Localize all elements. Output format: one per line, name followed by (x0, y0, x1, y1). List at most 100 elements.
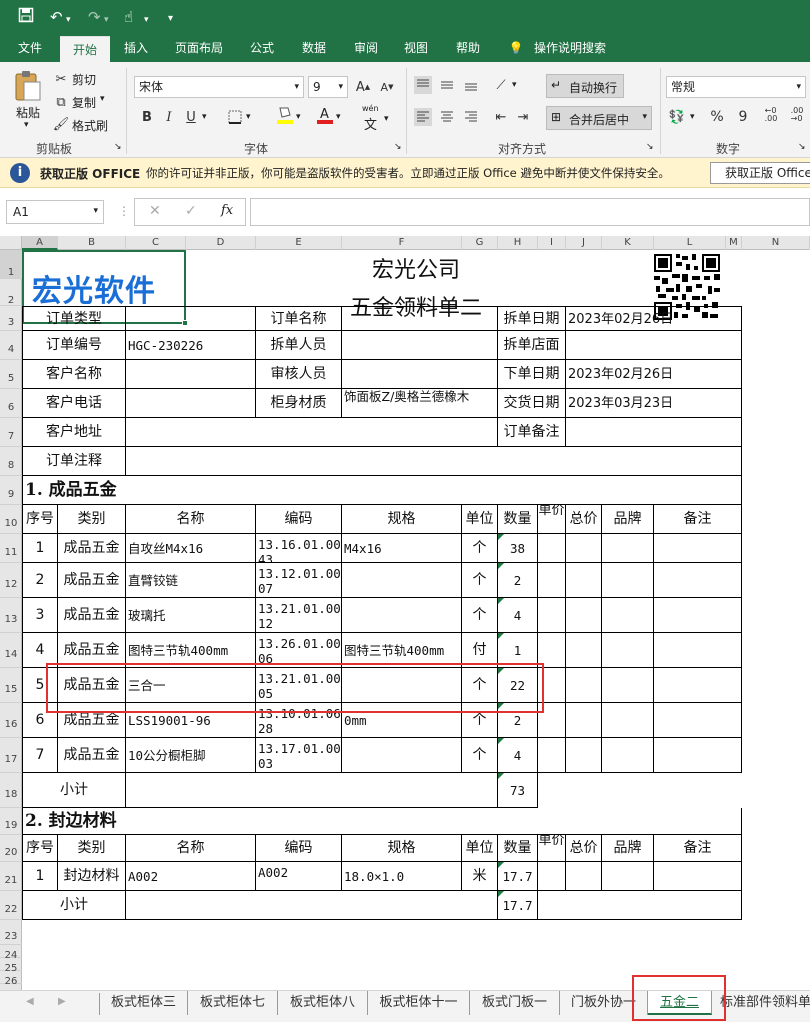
row-header[interactable]: 23 (0, 920, 22, 945)
total-price-cell[interactable] (566, 598, 602, 633)
brand-cell[interactable] (602, 598, 654, 633)
col-header-j[interactable]: J (566, 236, 602, 250)
address-label[interactable]: 客户地址 (22, 418, 126, 447)
remark-cell[interactable] (654, 534, 742, 563)
section-title[interactable]: 1. 成品五金 (22, 476, 742, 505)
column-heading[interactable]: 单价 (538, 835, 566, 862)
row-header[interactable]: 21 (0, 862, 22, 891)
category-cell[interactable]: 成品五金 (58, 738, 126, 773)
code-cell[interactable]: A002 (256, 862, 342, 891)
cancel-icon[interactable]: ✕ (149, 203, 161, 219)
total-price-cell[interactable] (566, 668, 602, 703)
col-header-f[interactable]: F (342, 236, 462, 250)
header-label[interactable]: 订单类型 (22, 306, 126, 331)
category-cell[interactable]: 成品五金 (58, 534, 126, 563)
col-header-n[interactable]: N (742, 236, 810, 250)
tab-home[interactable]: 开始 (60, 36, 110, 62)
increase-decimal-icon[interactable]: ←0.00 (762, 106, 780, 124)
column-heading[interactable]: 品牌 (602, 505, 654, 534)
brand-cell[interactable] (602, 534, 654, 563)
col-header-h[interactable]: H (498, 236, 538, 250)
column-heading[interactable]: 数量 (498, 505, 538, 534)
underline-dropdown-icon[interactable]: ▾ (202, 112, 207, 122)
header-value[interactable]: 2023年02月26日 (566, 360, 742, 389)
row-header[interactable]: 17 (0, 738, 22, 773)
unit-cell[interactable]: 米 (462, 862, 498, 891)
tab-view[interactable]: 视图 (394, 34, 438, 62)
merge-dropdown-icon[interactable]: ▾ (642, 112, 647, 122)
tab-help[interactable]: 帮助 (446, 34, 490, 62)
order-note-label[interactable]: 订单备注 (498, 418, 566, 447)
header-label[interactable]: 下单日期 (498, 360, 566, 389)
row-number[interactable]: 3 (22, 598, 58, 633)
order-note-value[interactable] (566, 418, 742, 447)
touch-dropdown-icon[interactable]: ▾ (144, 10, 149, 30)
align-top-icon[interactable] (414, 76, 432, 94)
fill-dropdown-icon[interactable]: ▾ (296, 112, 301, 122)
row-header[interactable]: 25 (0, 958, 22, 974)
column-heading[interactable]: 品牌 (602, 835, 654, 862)
row-header[interactable]: 22 (0, 891, 22, 920)
column-heading[interactable]: 备注 (654, 505, 742, 534)
align-middle-icon[interactable] (438, 76, 456, 94)
brand-cell[interactable] (602, 703, 654, 738)
tab-file[interactable]: 文件 (6, 34, 54, 62)
enter-icon[interactable]: ✓ (185, 203, 197, 219)
name-cell[interactable]: 10公分橱柜脚 (126, 738, 256, 773)
cut-icon[interactable]: ✂ (52, 70, 70, 88)
row-header[interactable]: 20 (0, 835, 22, 862)
header-value[interactable]: HGC-230226 (126, 331, 256, 360)
copy-dropdown-icon[interactable]: ▾ (100, 94, 105, 104)
row-header[interactable]: 10 (0, 505, 22, 534)
col-header-c[interactable]: C (126, 236, 186, 250)
column-heading[interactable]: 总价 (566, 505, 602, 534)
font-color-icon[interactable]: A (316, 106, 334, 124)
borders-icon[interactable] (226, 108, 244, 126)
unit-price-cell[interactable] (538, 598, 566, 633)
header-value[interactable]: 2023年02月26日 (566, 306, 742, 331)
unit-cell[interactable]: 个 (462, 598, 498, 633)
col-header-d[interactable]: D (186, 236, 256, 250)
row-header[interactable]: 2 (0, 279, 22, 306)
brand-cell[interactable] (602, 633, 654, 668)
fill-color-icon[interactable] (276, 106, 294, 124)
tab-data[interactable]: 数据 (292, 34, 336, 62)
code-cell[interactable]: 13.16.01.0043 (256, 534, 342, 563)
row-number[interactable]: 7 (22, 738, 58, 773)
borders-dropdown-icon[interactable]: ▾ (246, 112, 251, 122)
header-label[interactable]: 拆单人员 (256, 331, 342, 360)
number-launcher-icon[interactable]: ↘ (798, 142, 806, 152)
column-heading[interactable]: 规格 (342, 505, 462, 534)
align-left-icon[interactable] (414, 108, 432, 126)
header-value[interactable] (126, 360, 256, 389)
customize-toolbar-icon[interactable]: ▾ (168, 9, 173, 29)
sheet-tab-8[interactable]: 标准部件领料单 (712, 991, 810, 1015)
order-comment-value[interactable] (126, 447, 742, 476)
align-center-icon[interactable] (438, 108, 456, 126)
row-header[interactable]: 26 (0, 971, 22, 987)
format-painter-icon[interactable]: 🖌 (52, 115, 70, 133)
qty-cell[interactable]: 38 (498, 534, 538, 563)
header-value[interactable] (126, 389, 256, 418)
copy-icon[interactable]: ⧉ (52, 93, 70, 111)
formula-input[interactable] (250, 198, 810, 226)
qty-cell[interactable]: 4 (498, 738, 538, 773)
code-cell[interactable]: 13.21.01.0012 (256, 598, 342, 633)
col-header-i[interactable]: I (538, 236, 566, 250)
column-heading[interactable]: 编码 (256, 505, 342, 534)
align-right-icon[interactable] (462, 108, 480, 126)
comma-style-button[interactable]: 9 (734, 108, 752, 126)
address-value[interactable] (126, 418, 498, 447)
remark-cell[interactable] (654, 738, 742, 773)
header-label[interactable]: 柜身材质 (256, 389, 342, 418)
code-cell[interactable]: 13.17.01.0003 (256, 738, 342, 773)
col-header-a[interactable]: A (22, 236, 58, 250)
row-header[interactable]: 12 (0, 563, 22, 598)
row-header[interactable]: 14 (0, 633, 22, 668)
column-heading[interactable]: 序号 (22, 505, 58, 534)
sheet-tab-1[interactable]: 板式柜体三 (100, 991, 188, 1015)
name-box[interactable]: A1 ▾ (6, 200, 104, 224)
total-price-cell[interactable] (566, 633, 602, 668)
paste-dropdown-icon[interactable]: ▾ (24, 120, 29, 130)
orientation-dropdown-icon[interactable]: ▾ (512, 80, 517, 90)
